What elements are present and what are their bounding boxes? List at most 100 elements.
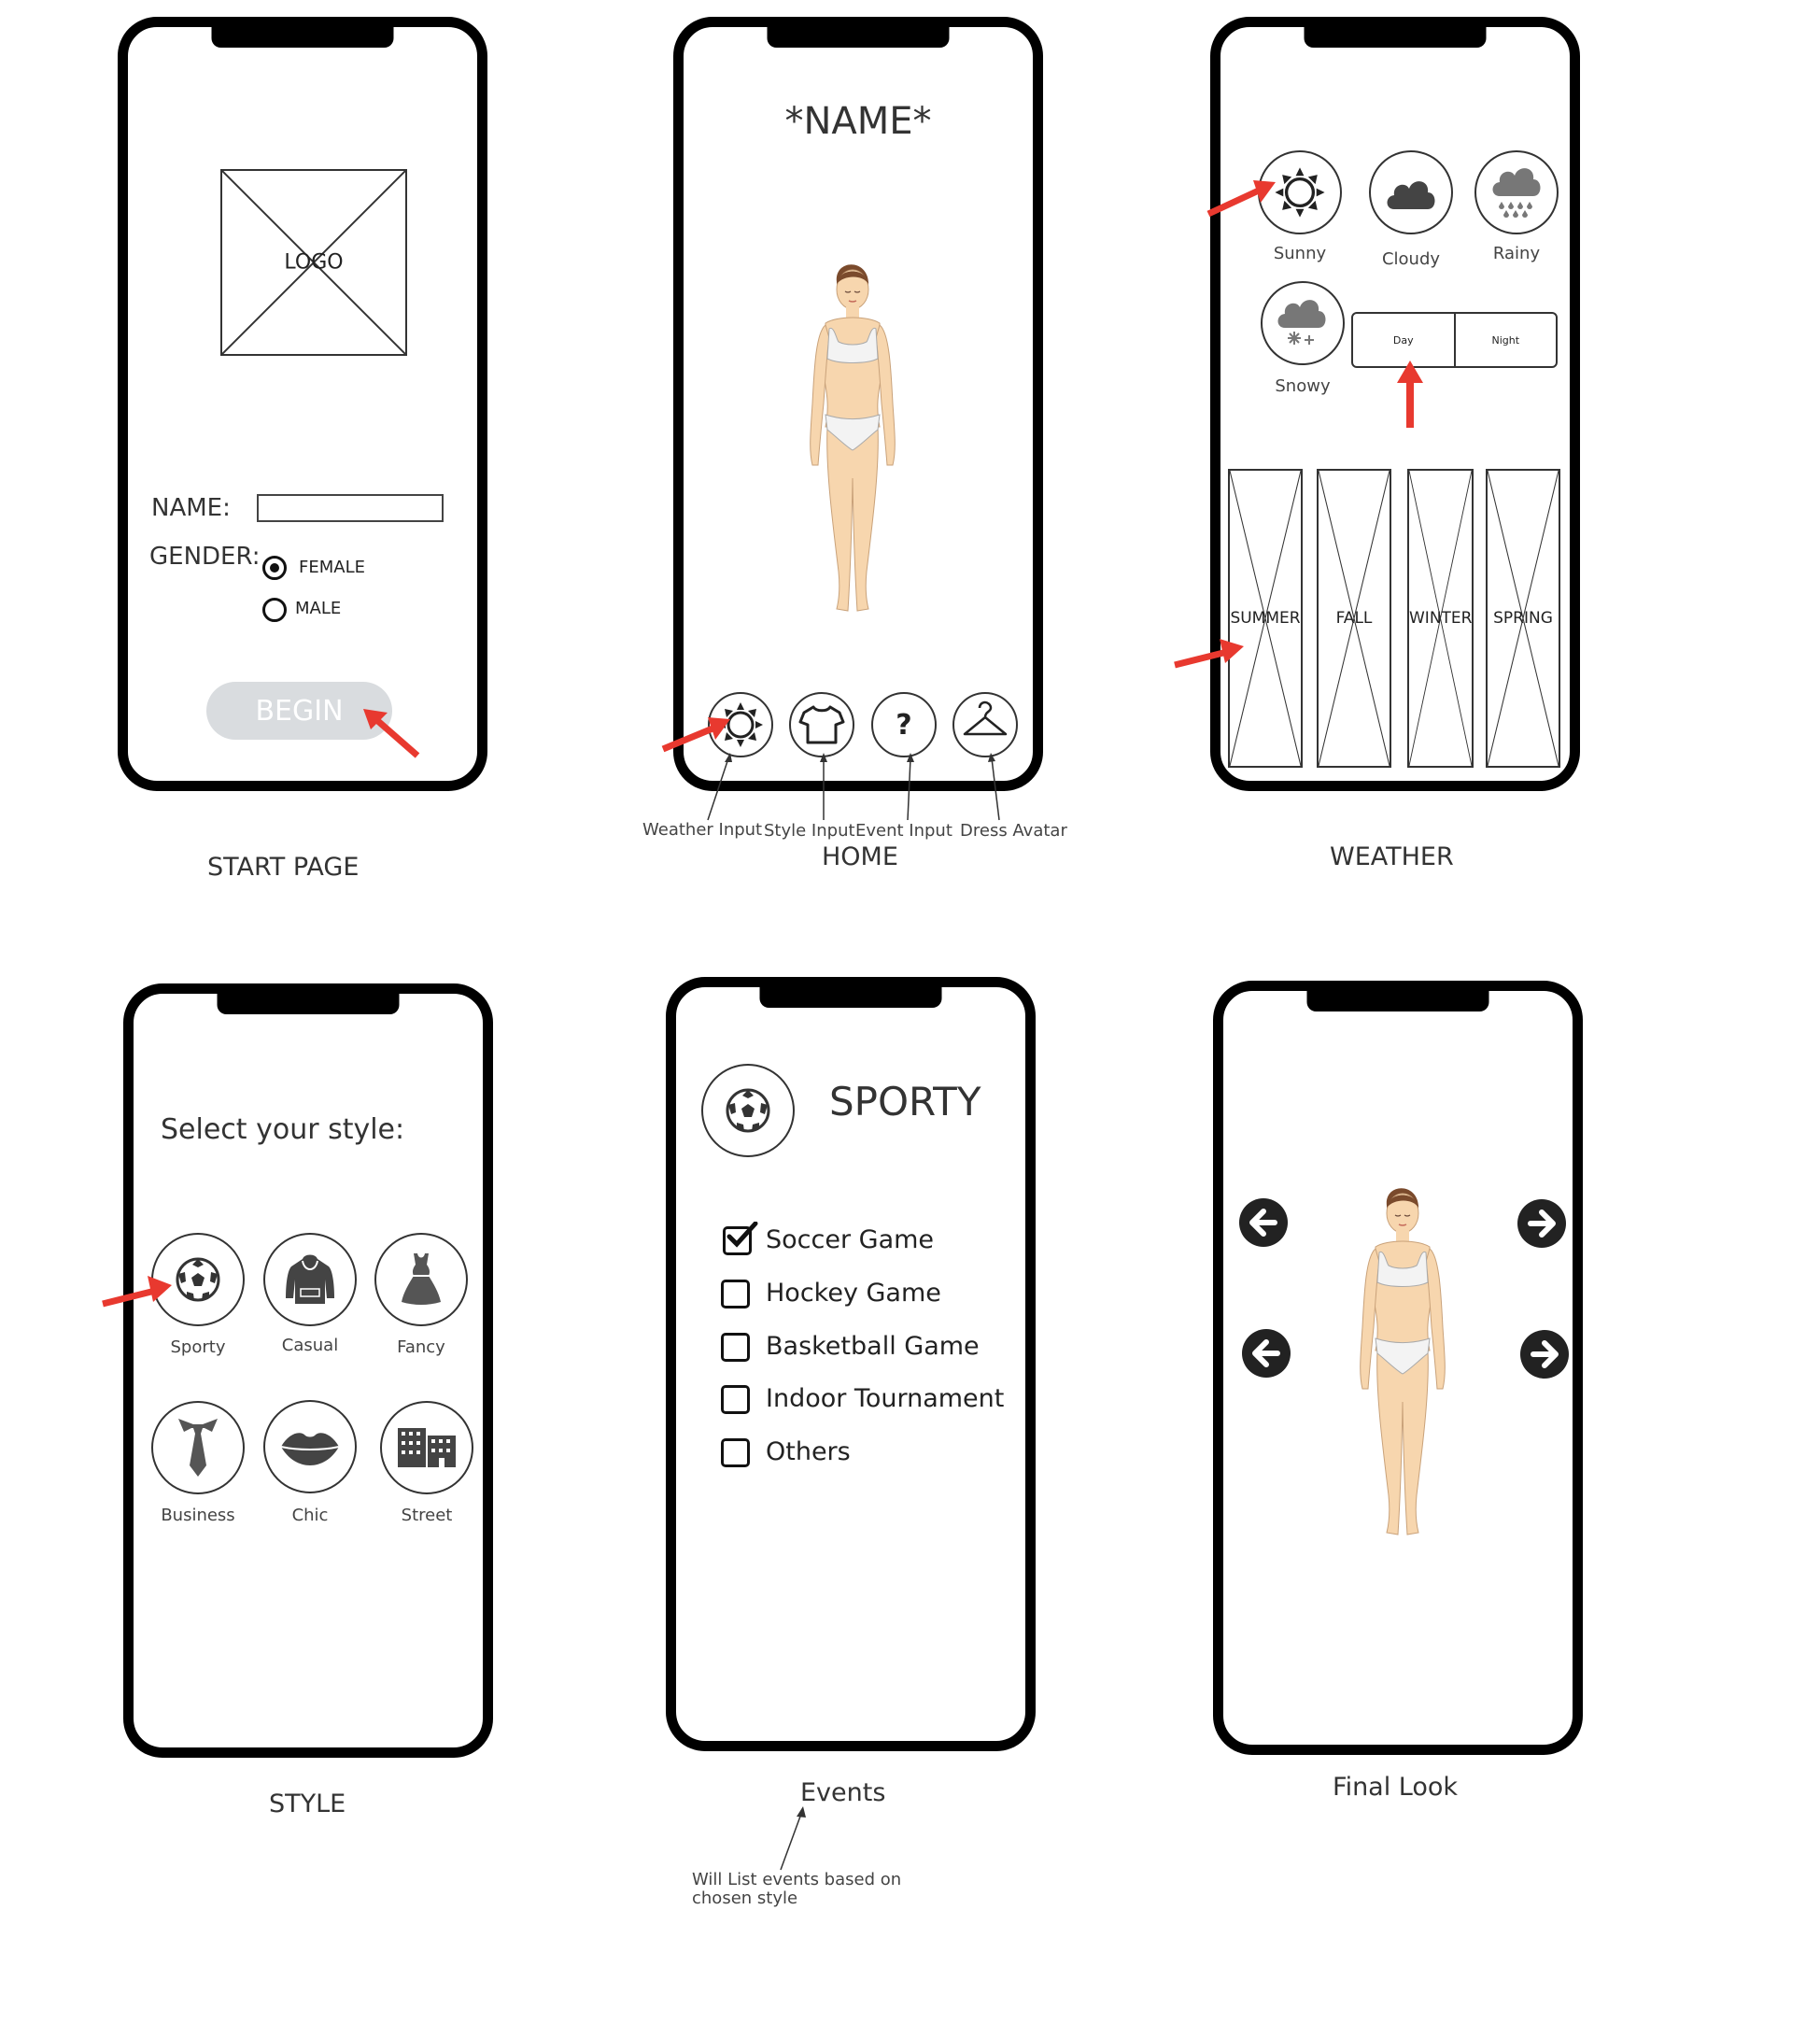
avatar-figure: [1359, 1187, 1446, 1535]
style-input-annotation: Style Input: [764, 821, 855, 841]
sun-icon: [1273, 165, 1327, 219]
event-label-basketball: Basketball Game: [766, 1332, 980, 1361]
event-label-soccer: Soccer Game: [766, 1225, 935, 1254]
style-fancy-label: Fancy: [397, 1337, 445, 1357]
name-label: NAME:: [151, 494, 231, 522]
question-icon: ?: [896, 709, 911, 742]
style-chic-button[interactable]: [263, 1400, 357, 1493]
season-summer[interactable]: SUMMER: [1228, 469, 1303, 768]
arrow-right-icon: [1531, 1340, 1559, 1368]
checkmark-icon: [727, 1222, 758, 1248]
style-casual-button[interactable]: [263, 1233, 357, 1326]
soccer-ball-icon: [726, 1088, 770, 1133]
snowy-label: Snowy: [1275, 376, 1331, 396]
start-phone: LOGO NAME: GENDER: FEMALE MALE BEGIN: [118, 17, 487, 791]
red-arrow-daynight: [1397, 361, 1423, 428]
home-caption: HOME: [822, 842, 898, 871]
phone-notch: [1306, 989, 1489, 1011]
prev-top-button[interactable]: [1239, 1198, 1288, 1247]
phone-notch: [759, 985, 942, 1008]
arrow-left-icon: [1249, 1209, 1277, 1237]
hanger-icon: [963, 700, 1008, 736]
annotation-lines-home: [707, 753, 1000, 821]
male-label: MALE: [295, 599, 342, 618]
avatar-figure: [809, 263, 896, 612]
soccer-ball-icon: [176, 1257, 220, 1302]
gender-label: GENDER:: [149, 543, 261, 571]
event-checkbox-basketball[interactable]: [721, 1333, 750, 1362]
events-note-line2: chosen style: [692, 1888, 798, 1908]
tshirt-icon: [798, 705, 845, 744]
begin-label: BEGIN: [255, 694, 344, 728]
red-arrow-sunny: [1206, 180, 1276, 218]
style-title: Select your style:: [161, 1113, 405, 1146]
style-chic-label: Chic: [291, 1506, 329, 1525]
season-summer-label: SUMMER: [1230, 609, 1301, 628]
dress-avatar-annotation: Dress Avatar: [960, 821, 1067, 841]
season-winter-label: WINTER: [1409, 609, 1473, 628]
style-street-label: Street: [401, 1506, 453, 1525]
final-phone: [1213, 981, 1583, 1755]
cloudy-button[interactable]: [1369, 150, 1453, 234]
events-phone: SPORTY Soccer Game Hockey Game Basketbal…: [666, 977, 1036, 1751]
svg-text:?: ?: [896, 709, 911, 742]
dress-icon: [402, 1253, 441, 1305]
rainy-button[interactable]: [1474, 150, 1559, 234]
event-checkbox-indoor[interactable]: [721, 1385, 750, 1414]
next-bottom-button[interactable]: [1520, 1330, 1569, 1379]
prev-bottom-button[interactable]: [1242, 1329, 1291, 1378]
rainy-label: Rainy: [1492, 244, 1541, 263]
season-spring[interactable]: SPRING: [1486, 469, 1560, 768]
day-night-toggle[interactable]: Day Night: [1351, 312, 1558, 368]
start-page-caption: START PAGE: [207, 853, 360, 882]
cloud-icon: [1387, 181, 1435, 209]
phone-notch: [217, 992, 400, 1014]
logo-text: LOGO: [284, 250, 344, 275]
style-sporty-label: Sporty: [170, 1337, 226, 1357]
name-input[interactable]: [257, 494, 444, 522]
events-annotation-line: [780, 1806, 806, 1871]
events-caption: Events: [800, 1778, 886, 1807]
style-fancy-button[interactable]: [374, 1233, 468, 1326]
snowy-button[interactable]: [1261, 281, 1345, 365]
season-spring-label: SPRING: [1493, 609, 1553, 628]
day-label: Day: [1392, 333, 1414, 347]
event-label-others: Others: [766, 1437, 851, 1466]
buildings-icon: [398, 1428, 456, 1467]
season-winter[interactable]: WINTER: [1407, 469, 1474, 768]
female-radio[interactable]: [262, 556, 287, 580]
weather-input-annotation: Weather Input: [642, 820, 763, 840]
next-top-button[interactable]: [1517, 1199, 1566, 1248]
style-street-button[interactable]: [380, 1401, 473, 1494]
cloudy-label: Cloudy: [1381, 249, 1441, 269]
events-title: SPORTY: [829, 1079, 981, 1125]
style-business-button[interactable]: [151, 1401, 245, 1494]
arrow-left-icon: [1252, 1339, 1280, 1367]
event-checkbox-soccer[interactable]: [723, 1222, 758, 1255]
lips-icon: [280, 1433, 340, 1465]
style-phone: Select your style: Sporty Casual Fancy B…: [123, 983, 493, 1758]
season-fall-label: FALL: [1335, 609, 1373, 628]
night-option[interactable]: Night: [1456, 314, 1557, 366]
style-casual-label: Casual: [281, 1336, 339, 1355]
snow-icon: [1277, 300, 1326, 345]
events-note-line1: Will List events based on: [692, 1870, 902, 1889]
hoodie-icon: [286, 1254, 334, 1304]
event-label-indoor: Indoor Tournament: [766, 1384, 1005, 1413]
arrow-right-icon: [1528, 1209, 1556, 1238]
necktie-icon: [178, 1419, 218, 1477]
event-checkbox-hockey[interactable]: [721, 1280, 750, 1308]
phone-notch: [1304, 25, 1487, 48]
event-label-hockey: Hockey Game: [766, 1279, 941, 1308]
event-checkbox-others[interactable]: [721, 1438, 750, 1467]
phone-notch: [767, 25, 950, 48]
red-arrow-begin: [363, 709, 420, 758]
season-fall[interactable]: FALL: [1317, 469, 1391, 768]
sporty-style-icon: [701, 1064, 795, 1157]
rain-icon: [1492, 168, 1541, 218]
night-label: Night: [1491, 333, 1520, 347]
male-radio[interactable]: [262, 598, 287, 622]
sunny-label: Sunny: [1273, 244, 1327, 263]
red-arrow-seasons: [1174, 639, 1244, 669]
logo-placeholder: LOGO: [220, 169, 407, 356]
